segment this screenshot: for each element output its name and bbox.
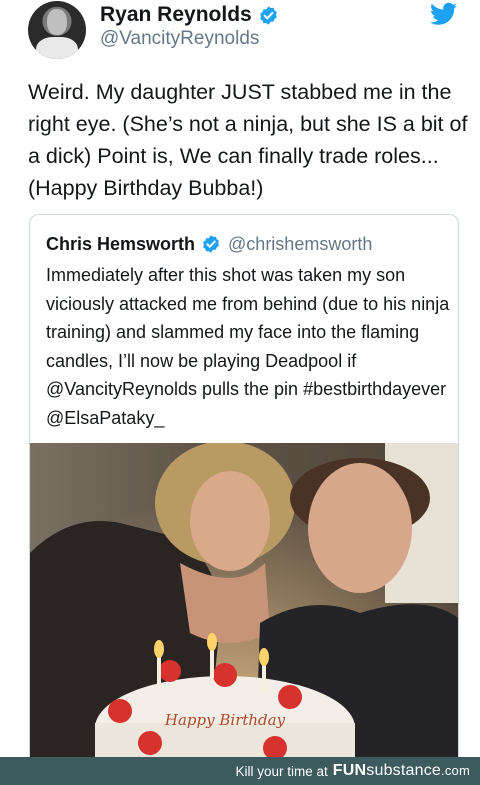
tweet-header: Ryan Reynolds @VancityReynolds <box>0 0 480 70</box>
author-name-row: Ryan Reynolds <box>100 0 279 30</box>
quoted-tweet-photo[interactable]: Happy Birthday <box>30 443 458 775</box>
verified-badge-icon <box>203 235 219 253</box>
avatar-shirt <box>36 37 78 59</box>
author-name[interactable]: Ryan Reynolds <box>100 3 252 27</box>
watermark-footer: Kill your time at FUNsubstance.com <box>0 757 480 785</box>
birthday-photo: Happy Birthday <box>30 443 458 775</box>
footer-brand-com: .com <box>441 763 470 778</box>
tweet-text: Weird. My daughter JUST stabbed me in th… <box>28 80 468 200</box>
footer-brand-fun: FUN <box>332 762 367 779</box>
quoted-tweet-text: Immediately after this shot was taken my… <box>46 265 450 428</box>
quoted-author-row: Chris Hemsworth @chrishemsworth <box>46 232 372 256</box>
quoted-tweet-card[interactable]: Chris Hemsworth @chrishemsworth Immediat… <box>29 214 459 776</box>
footer-brand-substance: substance <box>366 762 442 779</box>
verified-badge-icon <box>259 5 277 25</box>
quoted-author-name[interactable]: Chris Hemsworth <box>46 234 195 255</box>
footer-prefix: Kill your time at <box>235 763 328 779</box>
twitter-bird-icon[interactable] <box>430 2 457 26</box>
cake-inscription: Happy Birthday <box>164 711 286 729</box>
author-handle[interactable]: @VancityReynolds <box>100 28 259 50</box>
author-avatar[interactable] <box>28 1 86 59</box>
quoted-author-handle[interactable]: @chrishemsworth <box>228 234 372 255</box>
avatar-face <box>47 9 67 35</box>
footer-brand[interactable]: FUNsubstance.com <box>333 762 470 780</box>
